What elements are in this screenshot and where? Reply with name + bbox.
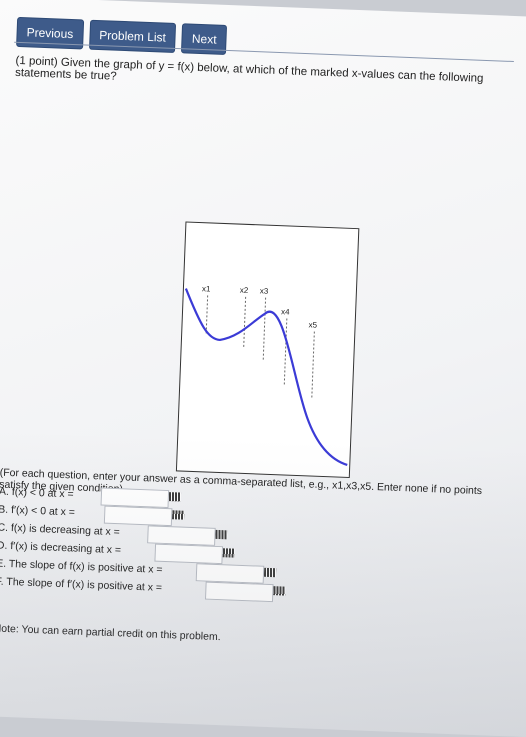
marker-line-x2	[243, 296, 247, 347]
marker-line-x5	[311, 331, 315, 400]
answer-label-f: F. The slope of f′(x) is positive at x =	[0, 575, 163, 594]
answer-label-c: C. f(x) is decreasing at x =	[0, 521, 121, 539]
partial-credit-note: Note: You can earn partial credit on thi…	[0, 622, 221, 644]
marker-label-x1: x1	[202, 284, 211, 293]
answer-input-d[interactable]	[154, 543, 224, 565]
function-graph: x1 x2 x3 x4 x5	[175, 221, 360, 479]
marker-label-x2: x2	[240, 286, 249, 295]
answer-preview-icon-b[interactable]	[172, 510, 185, 520]
monitor-screen: Previous Problem List Next (1 point) Giv…	[0, 0, 526, 737]
marker-line-x1	[205, 295, 209, 336]
answer-label-a: A. f(x) < 0 at x =	[0, 485, 74, 501]
answer-preview-icon-d[interactable]	[222, 548, 235, 558]
marker-line-x4	[283, 318, 288, 387]
marker-label-x5: x5	[308, 320, 317, 329]
marker-line-x3	[262, 297, 267, 361]
answer-preview-icon-f[interactable]	[273, 586, 286, 596]
answer-preview-icon-e[interactable]	[263, 567, 277, 578]
function-curve	[184, 288, 348, 466]
answer-preview-icon-c[interactable]	[215, 529, 228, 540]
answer-label-b: B. f′(x) < 0 at x =	[0, 503, 76, 519]
question-text: (1 point) Given the graph of y = f(x) be…	[14, 54, 484, 85]
marker-label-x4: x4	[281, 307, 290, 316]
answer-label-d: D. f′(x) is decreasing at x =	[0, 539, 122, 557]
graph-svg: x1 x2 x3 x4 x5	[184, 284, 348, 466]
answer-preview-icon-a[interactable]	[168, 492, 182, 502]
marker-label-x3: x3	[260, 286, 269, 295]
answer-input-f[interactable]	[204, 581, 274, 603]
answer-list: A. f(x) < 0 at x = B. f′(x) < 0 at x = C…	[0, 483, 286, 603]
